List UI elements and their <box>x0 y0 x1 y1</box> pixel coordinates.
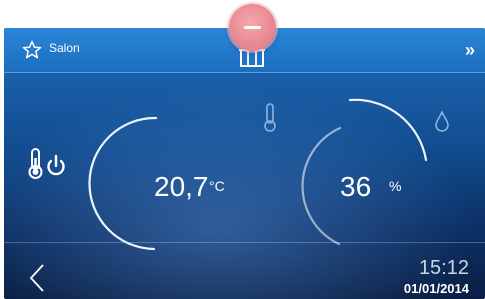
device-frame: Salon » 20,7 °C 36 % 15:12 01/01/2014 <box>0 0 485 299</box>
chevron-left-icon[interactable] <box>26 263 48 293</box>
temperature-unit: °C <box>209 178 225 194</box>
humidity-unit: % <box>389 178 402 194</box>
temperature-value: 20,7 <box>154 171 209 202</box>
clock-date: 01/01/2014 <box>403 281 469 296</box>
humidity-value: 36 <box>340 171 372 202</box>
thermostat-screen: Salon » 20,7 °C 36 % 15:12 01/01/2014 <box>4 28 485 299</box>
clock-time: 15:12 <box>418 257 469 279</box>
pull-down-tab-button[interactable] <box>229 4 276 51</box>
bottom-bar: 15:12 01/01/2014 <box>4 242 485 299</box>
water-drop-icon <box>434 111 450 133</box>
humidity-gauge-arc <box>348 98 428 162</box>
temperature-gauge-arc <box>88 116 158 251</box>
thermometer-icon <box>262 103 278 133</box>
humidity-gauge-track <box>301 126 342 246</box>
